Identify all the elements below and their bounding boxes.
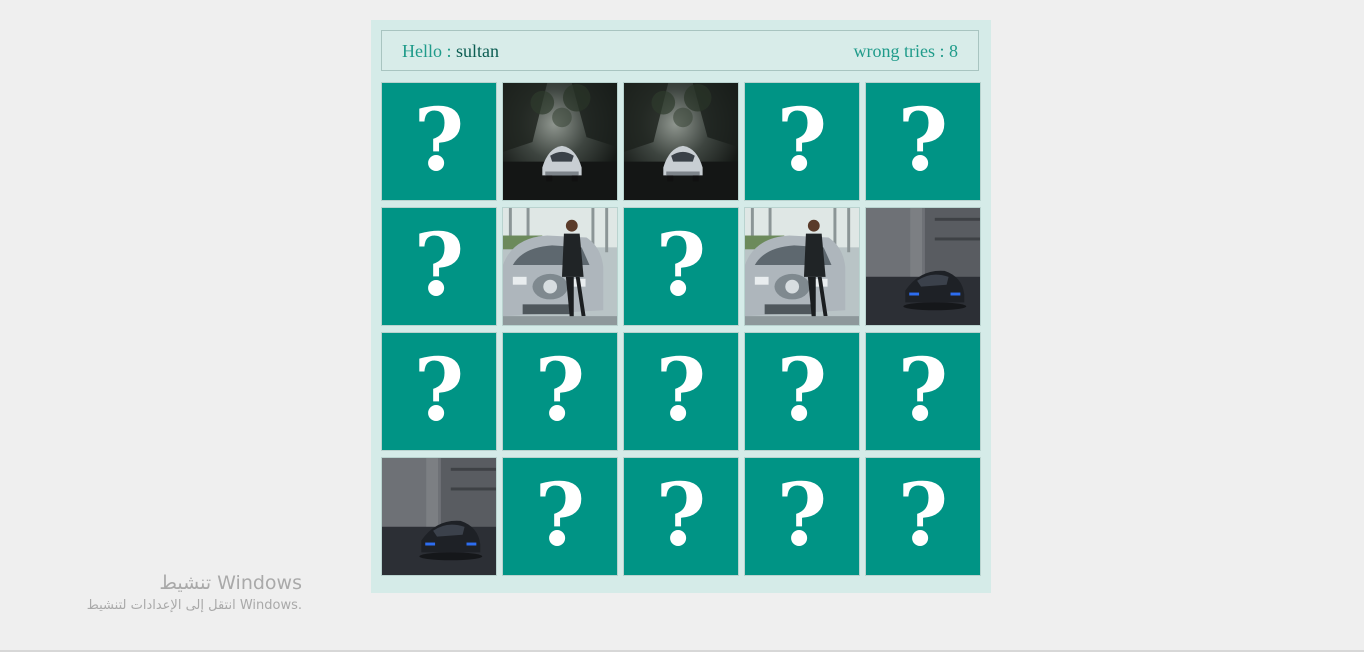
revealed-card[interactable] — [502, 207, 618, 326]
black-concept-car-garage-image — [382, 458, 496, 575]
silver-suv-with-woman-image — [745, 208, 859, 325]
question-mark-icon: ? — [897, 465, 949, 566]
hidden-card[interactable]: ? — [381, 82, 497, 201]
question-mark-icon: ? — [776, 340, 828, 441]
memory-game-panel: Hello : sultan wrong tries : 8 ? ? ? ? ?… — [371, 20, 991, 593]
question-mark-icon: ? — [655, 340, 707, 441]
revealed-card[interactable] — [865, 207, 981, 326]
hidden-card[interactable]: ? — [623, 457, 739, 576]
hidden-card[interactable]: ? — [865, 82, 981, 201]
watermark-subtitle: انتقل إلى الإعدادات لتنشيط Windows. — [86, 598, 302, 613]
revealed-card[interactable] — [381, 457, 497, 576]
question-mark-icon: ? — [534, 465, 586, 566]
question-mark-icon: ? — [897, 340, 949, 441]
hidden-card[interactable]: ? — [381, 332, 497, 451]
question-mark-icon: ? — [534, 340, 586, 441]
windows-activation-watermark: تنشيط Windows انتقل إلى الإعدادات لتنشيط… — [87, 572, 302, 613]
hidden-card[interactable]: ? — [744, 457, 860, 576]
silver-suv-with-woman-image — [503, 208, 617, 325]
question-mark-icon: ? — [776, 465, 828, 566]
wrong-tries-label: wrong tries : — [853, 41, 949, 61]
card-board: ? ? ? ? ? ? ? ? ? ? ? ? ? ? — [381, 82, 981, 577]
wrong-tries-value: 8 — [949, 41, 958, 61]
hidden-card[interactable]: ? — [744, 332, 860, 451]
hidden-card[interactable]: ? — [623, 332, 739, 451]
question-mark-icon: ? — [897, 90, 949, 191]
revealed-card[interactable] — [623, 82, 739, 201]
question-mark-icon: ? — [413, 90, 465, 191]
hidden-card[interactable]: ? — [865, 332, 981, 451]
player-name: sultan — [456, 41, 499, 61]
hidden-card[interactable]: ? — [502, 457, 618, 576]
revealed-card[interactable] — [744, 207, 860, 326]
hidden-card[interactable]: ? — [502, 332, 618, 451]
revealed-card[interactable] — [502, 82, 618, 201]
greeting: Hello : sultan — [402, 41, 499, 62]
hidden-card[interactable]: ? — [865, 457, 981, 576]
question-mark-icon: ? — [413, 215, 465, 316]
hello-label: Hello : — [402, 41, 456, 61]
info-bar: Hello : sultan wrong tries : 8 — [381, 30, 979, 71]
black-concept-car-garage-image — [866, 208, 980, 325]
question-mark-icon: ? — [655, 465, 707, 566]
wrong-tries-counter: wrong tries : 8 — [854, 41, 958, 62]
hidden-card[interactable]: ? — [623, 207, 739, 326]
question-mark-icon: ? — [413, 340, 465, 441]
silver-sports-car-forest-image — [503, 83, 617, 200]
silver-sports-car-forest-image — [624, 83, 738, 200]
watermark-title: تنشيط Windows — [159, 572, 302, 594]
question-mark-icon: ? — [776, 90, 828, 191]
question-mark-icon: ? — [655, 215, 707, 316]
hidden-card[interactable]: ? — [381, 207, 497, 326]
hidden-card[interactable]: ? — [744, 82, 860, 201]
